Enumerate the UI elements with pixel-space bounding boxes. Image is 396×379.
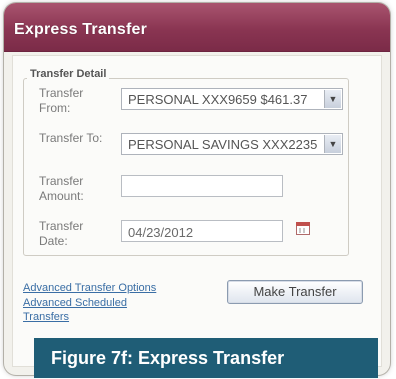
transfer-to-select[interactable]: PERSONAL SAVINGS XXX2235 ▼ xyxy=(121,133,343,155)
express-transfer-window: Express Transfer Transfer Detail Transfe… xyxy=(4,3,390,375)
transfer-to-value: PERSONAL SAVINGS XXX2235 xyxy=(128,137,318,152)
figure-caption: Figure 7f: Express Transfer xyxy=(34,338,378,378)
advanced-transfer-options-link[interactable]: Advanced Transfer Options xyxy=(23,281,203,295)
transfer-date-input[interactable]: 04/23/2012 xyxy=(121,220,283,242)
window-title: Express Transfer xyxy=(14,21,148,38)
transfer-amount-label: Transfer Amount: xyxy=(39,174,84,203)
transfer-from-value: PERSONAL XXX9659 $461.37 xyxy=(128,92,308,107)
section-title: Transfer Detail xyxy=(27,68,110,80)
advanced-scheduled-transfers-link[interactable]: Advanced Scheduled Transfers xyxy=(23,296,173,324)
transfer-from-select[interactable]: PERSONAL XXX9659 $461.37 ▼ xyxy=(121,88,343,110)
transfer-from-label: Transfer From: xyxy=(39,86,84,115)
chevron-down-icon[interactable]: ▼ xyxy=(324,135,341,153)
make-transfer-button[interactable]: Make Transfer xyxy=(227,280,363,304)
title-bar: Express Transfer xyxy=(4,3,390,52)
chevron-down-icon[interactable]: ▼ xyxy=(324,90,341,108)
transfer-date-value: 04/23/2012 xyxy=(128,225,194,240)
transfer-panel: Transfer Detail Transfer From: PERSONAL … xyxy=(12,55,382,367)
calendar-icon[interactable] xyxy=(296,222,310,235)
transfer-to-label: Transfer To: xyxy=(39,131,103,145)
transfer-amount-input[interactable] xyxy=(121,175,283,197)
transfer-date-label: Transfer Date: xyxy=(39,219,84,248)
